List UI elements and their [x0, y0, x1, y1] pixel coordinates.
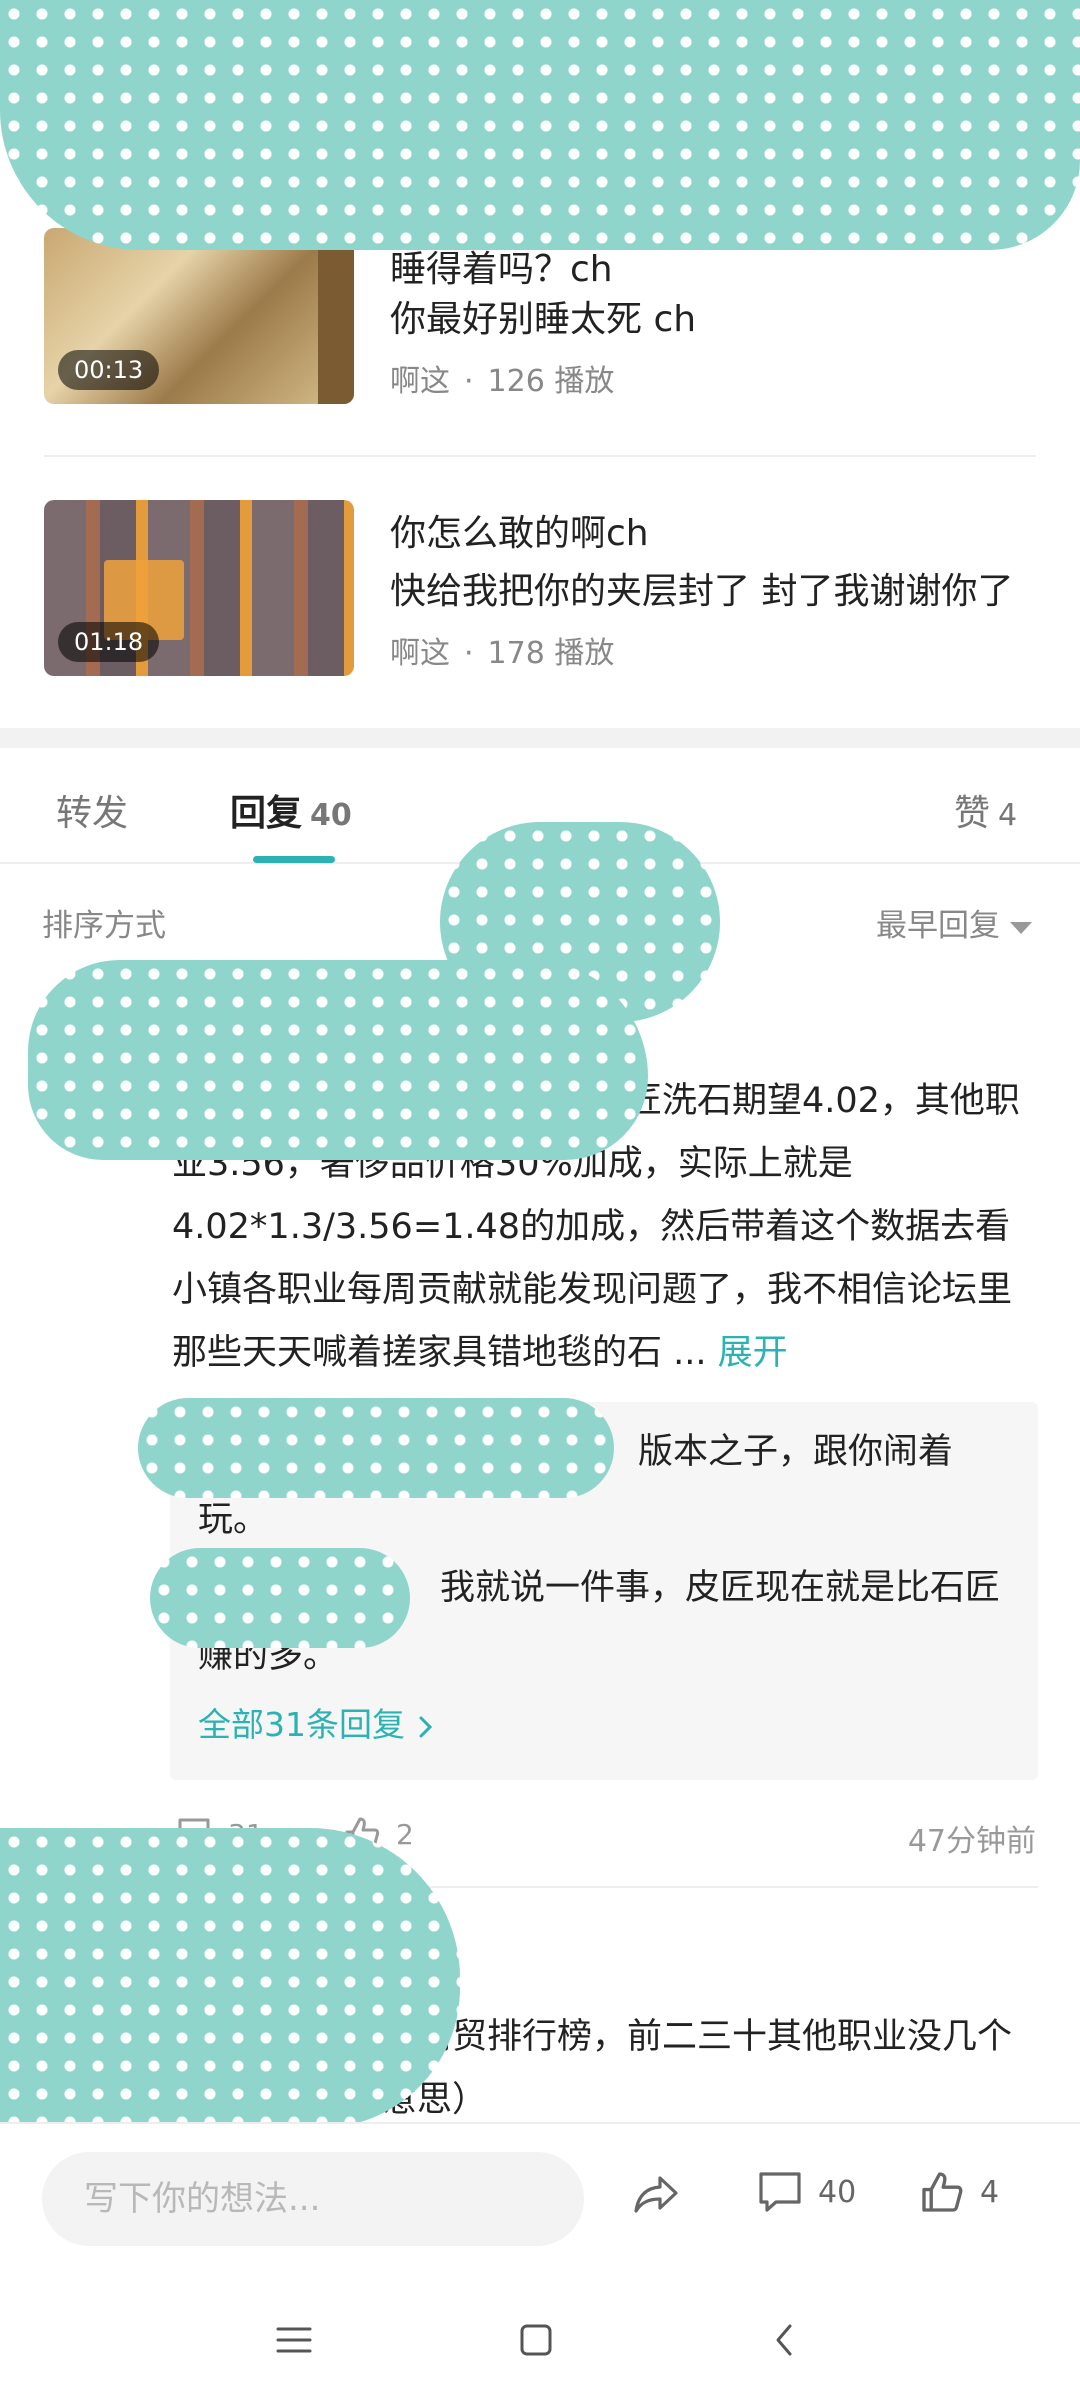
system-nav-bar [0, 2272, 1080, 2400]
sort-value: 最早回复 [876, 908, 1000, 944]
like-count: 2 [396, 1817, 414, 1851]
video-thumbnail[interactable]: 01:18 [44, 500, 354, 676]
video-duration: 01:18 [58, 622, 160, 662]
thumbs-up-icon [922, 2172, 963, 2212]
view-all-replies-label: 全部31条回复 [198, 1705, 405, 1744]
video-item[interactable]: 00:13 睡得着吗？ch 你最好别睡太死 ch 啊这 · 126 播放 [44, 228, 1036, 408]
section-gap [0, 728, 1080, 748]
video-plays: 178 播放 [487, 636, 615, 671]
divider [44, 455, 1036, 457]
chevron-right-icon [419, 1716, 432, 1737]
video-subtitle: 快给我把你的夹层封了 封了我谢谢你了 [390, 571, 1014, 612]
comment-input-bar: 40 4 [0, 2122, 1080, 2272]
video-title: 你怎么敢的啊ch [390, 513, 649, 554]
caret-down-icon [1010, 921, 1032, 934]
redaction-overlay [28, 960, 648, 1160]
meta-separator: · [464, 364, 474, 399]
active-tab-indicator [253, 856, 335, 863]
back-button[interactable] [754, 2310, 814, 2370]
back-icon [776, 2324, 792, 2356]
tab-reply[interactable]: 回复 40 [230, 784, 352, 836]
video-meta: 啊这 · 178 播放 [390, 628, 614, 672]
tab-forward-label: 转发 [56, 793, 129, 834]
video-meta: 啊这 · 126 播放 [390, 356, 614, 400]
tab-forward[interactable]: 转发 [56, 784, 128, 836]
sort-dropdown[interactable]: 最早回复 [876, 900, 1032, 945]
tab-like-label: 赞 [954, 793, 991, 834]
share-button[interactable] [630, 2168, 696, 2220]
home-button[interactable] [506, 2310, 566, 2370]
redaction-overlay [0, 0, 1080, 250]
sort-label: 排序方式 [42, 908, 166, 944]
likes-count: 4 [980, 2174, 1000, 2210]
menu-button[interactable] [264, 2310, 324, 2370]
comments-count: 40 [818, 2174, 857, 2210]
tab-like[interactable]: 赞4 [954, 784, 1017, 836]
video-thumbnail[interactable]: 00:13 [44, 228, 354, 404]
video-author: 啊这 [390, 364, 450, 399]
home-icon [520, 2324, 552, 2356]
tab-reply-label: 回复 [230, 793, 303, 834]
expand-link[interactable]: 展开 [718, 1333, 788, 1373]
video-subtitle: 你最好别睡太死 ch [390, 299, 697, 340]
comment-input-pill[interactable] [42, 2152, 584, 2246]
tab-like-count: 4 [998, 798, 1018, 833]
share-icon [634, 2176, 678, 2213]
redaction-overlay [0, 1828, 460, 2128]
video-item[interactable]: 01:18 你怎么敢的啊ch 快给我把你的夹层封了 封了我谢谢你了 啊这 · 178… [44, 500, 1036, 680]
redaction-overlay [138, 1398, 614, 1498]
comment-icon [759, 2172, 801, 2212]
comment-input[interactable] [42, 2152, 584, 2246]
video-duration: 00:13 [58, 350, 160, 390]
like-button[interactable]: 4 [918, 2168, 999, 2216]
video-author: 啊这 [390, 636, 450, 671]
comment-time: 47分钟前 [907, 1824, 1036, 1859]
video-plays: 126 播放 [487, 364, 615, 399]
comments-button[interactable]: 40 [756, 2168, 856, 2216]
menu-icon [276, 2327, 312, 2353]
view-all-replies-link[interactable]: 全部31条回复 [198, 1698, 436, 1746]
tab-reply-count: 40 [310, 798, 352, 833]
redaction-overlay [150, 1548, 410, 1648]
meta-separator: · [464, 636, 474, 671]
